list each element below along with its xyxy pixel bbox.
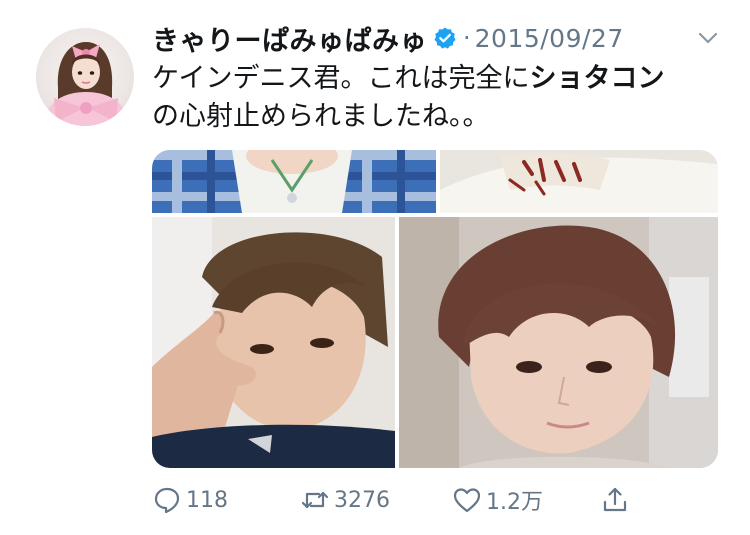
display-name[interactable]: きゃりーぱみゅぱみゅ	[152, 19, 427, 58]
reply-icon	[152, 485, 182, 515]
share-icon	[600, 485, 630, 515]
retweet-icon	[300, 485, 330, 515]
like-count: 1.2万	[486, 490, 543, 515]
share-button[interactable]	[600, 480, 630, 520]
timestamp[interactable]: 2015/09/27	[475, 24, 624, 53]
tweet-card[interactable]: きゃりーぱみゅぱみゅ · 2015/09/27 ケインデニス君。これは完全にショ…	[0, 0, 750, 535]
tweet-actions: 118 3276 1.2万	[152, 480, 712, 520]
media-photo-1[interactable]	[152, 150, 436, 213]
verified-badge-icon	[433, 26, 457, 50]
media-photo-4[interactable]	[399, 217, 718, 468]
media-photo-3[interactable]	[152, 217, 395, 468]
retweet-count: 3276	[334, 487, 390, 513]
reply-button[interactable]: 118	[152, 480, 228, 520]
tweet-text-bold: ショタコン	[529, 63, 665, 94]
reply-count: 118	[186, 487, 228, 513]
avatar[interactable]	[36, 28, 134, 126]
tweet-text-line-2: の心射止められましたね。。	[152, 101, 490, 132]
retweet-button[interactable]: 3276	[300, 480, 390, 520]
media-grid[interactable]	[152, 150, 718, 468]
like-button[interactable]: 1.2万	[452, 480, 543, 520]
tweet-text: ケインデニス君。これは完全にショタコン の心射止められましたね。。	[152, 60, 722, 136]
chevron-down-icon[interactable]	[694, 24, 722, 52]
tweet-text-part: ケインデニス君。これは完全に	[152, 63, 530, 94]
media-photo-2[interactable]	[440, 150, 718, 213]
heart-icon	[452, 485, 482, 515]
separator-dot: ·	[463, 24, 471, 52]
tweet-header: きゃりーぱみゅぱみゅ · 2015/09/27	[152, 18, 624, 58]
tweet-text-line-1: ケインデニス君。これは完全にショタコン	[152, 60, 722, 98]
